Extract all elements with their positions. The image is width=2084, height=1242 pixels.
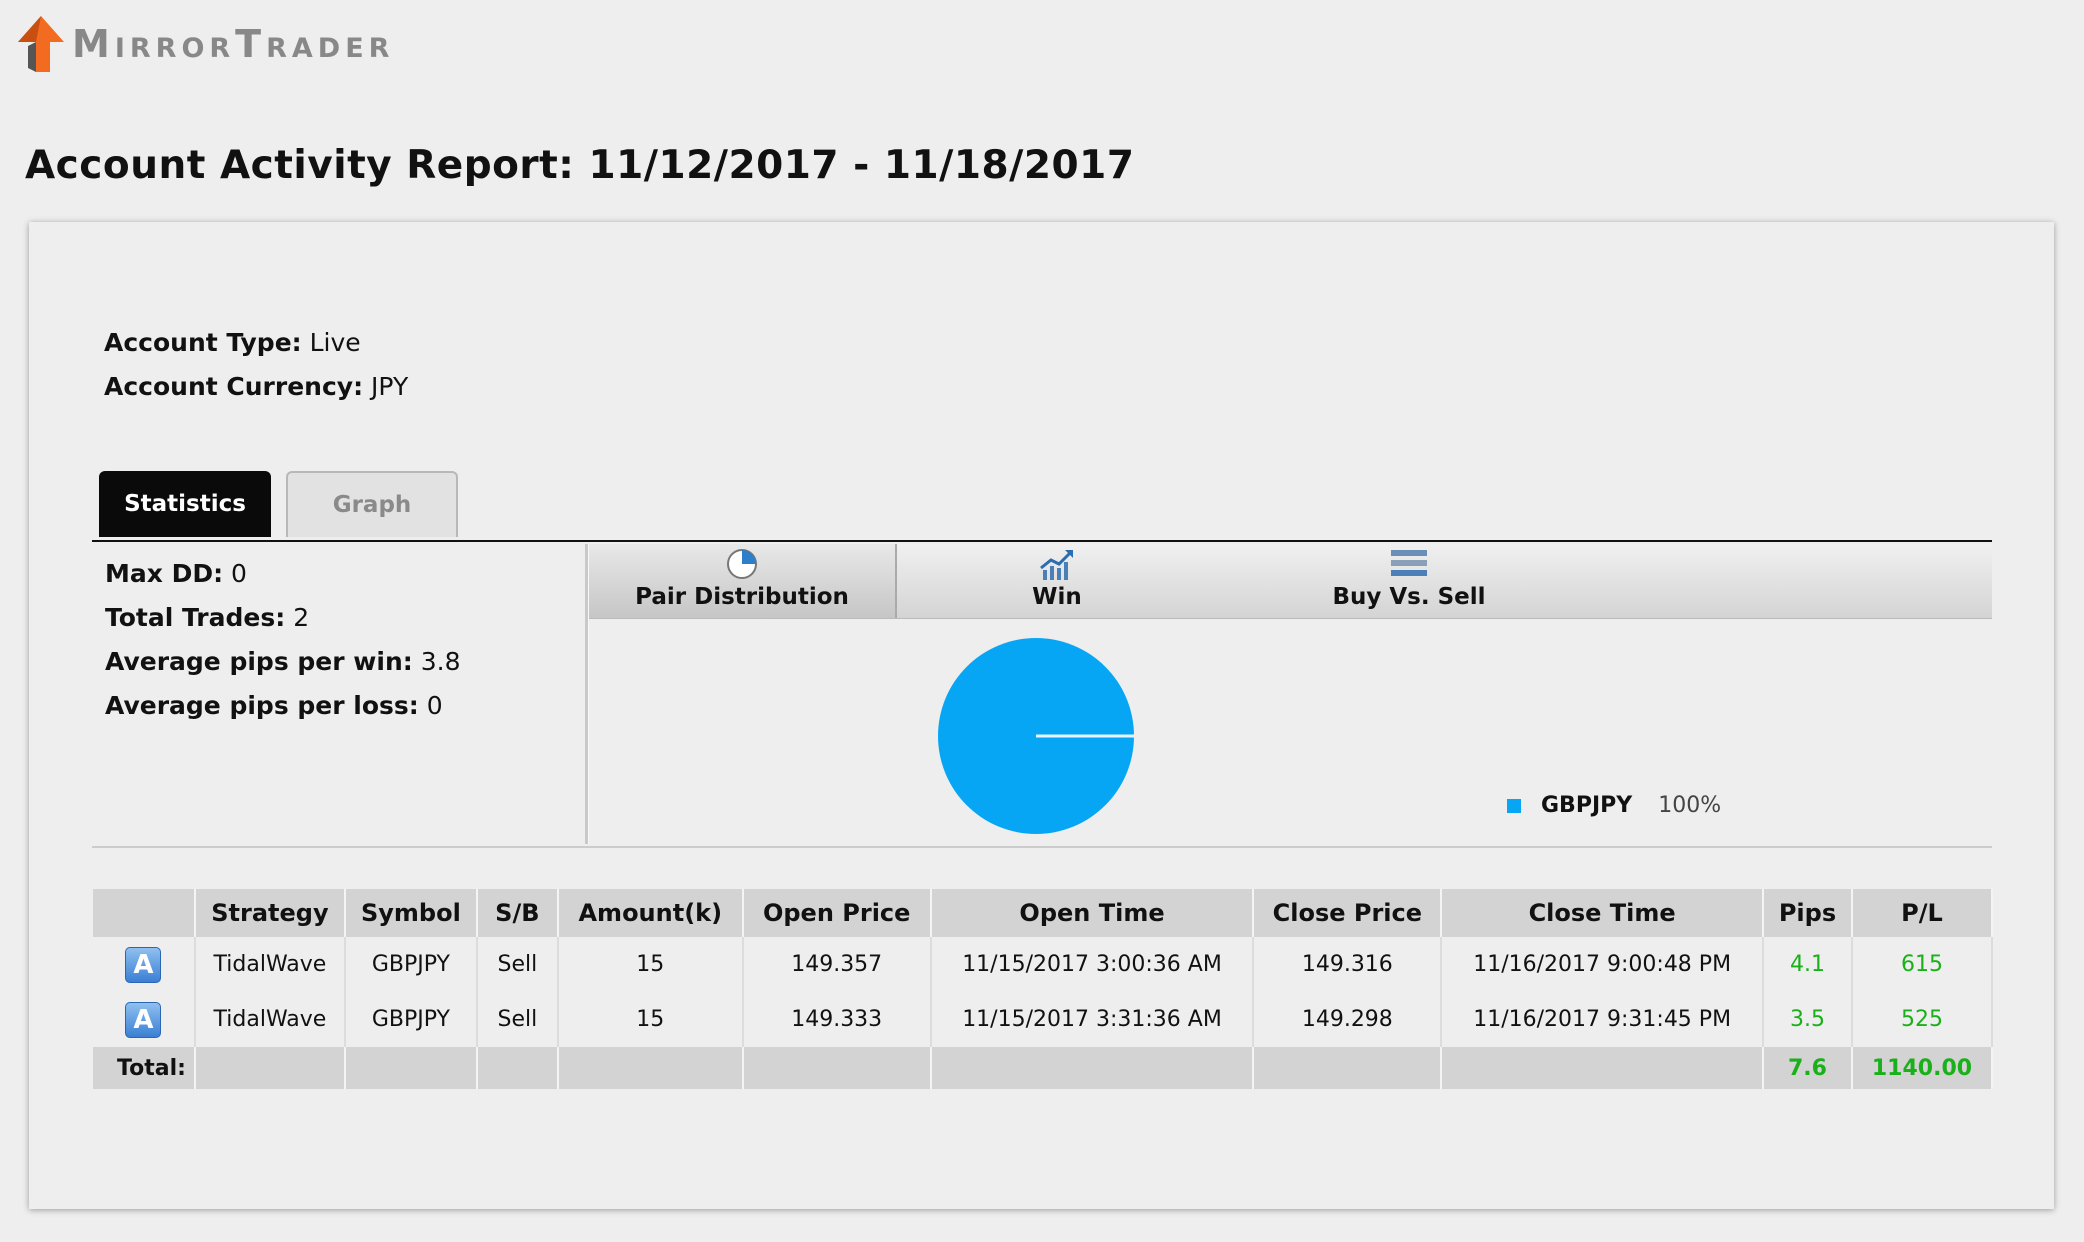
table-total-row: Total: 7.6 1140.00 [93, 1047, 1994, 1089]
cell-symbol: GBPJPY [344, 937, 478, 992]
cell-close-time: 11/16/2017 9:00:48 PM [1441, 937, 1765, 992]
cell-amount: 15 [557, 992, 744, 1047]
col-header-close-price[interactable]: Close Price [1253, 889, 1443, 937]
cell-open-time: 11/15/2017 3:31:36 AM [930, 992, 1255, 1047]
col-header-amount[interactable]: Amount(k) [557, 889, 744, 937]
tab-graph[interactable]: Graph [286, 471, 458, 537]
cell-strategy: TidalWave [194, 937, 346, 992]
cell-amount: 15 [557, 937, 744, 992]
horizontal-divider [92, 846, 1992, 848]
cell-pl: 525 [1851, 992, 1994, 1047]
trades-table: Strategy Symbol S/B Amount(k) Open Price… [93, 889, 1994, 1089]
total-label: Total: [93, 1047, 196, 1089]
chart-subtabs: Pair Distribution Win Buy Vs. Sell [589, 544, 1992, 619]
stat-total-trades: Total Trades: 2 [105, 603, 310, 632]
strategy-a-icon[interactable]: A [125, 1001, 162, 1038]
account-currency: Account Currency: JPY [104, 372, 408, 401]
legend-swatch [1507, 798, 1521, 813]
subtab-pair-distribution-label: Pair Distribution [635, 584, 849, 610]
col-header-side[interactable]: S/B [476, 889, 559, 937]
account-type-value: Live [309, 328, 361, 357]
tab-underline [92, 540, 1992, 542]
stat-avg-pips-loss: Average pips per loss: 0 [105, 691, 443, 720]
tab-statistics[interactable]: Statistics [99, 471, 271, 537]
pair-distribution-pie-chart [938, 638, 1134, 834]
cell-side: Sell [476, 937, 559, 992]
strategy-a-icon[interactable]: A [125, 946, 162, 983]
cell-symbol: GBPJPY [344, 992, 478, 1047]
cell-close-price: 149.316 [1253, 937, 1443, 992]
bar-list-icon [1391, 550, 1427, 576]
col-header-pips[interactable]: Pips [1763, 889, 1853, 937]
report-panel: Account Type: Live Account Currency: JPY… [29, 222, 2054, 1209]
cell-close-price: 149.298 [1253, 992, 1443, 1047]
col-header-strategy[interactable]: Strategy [194, 889, 346, 937]
account-type: Account Type: Live [104, 328, 361, 357]
cell-open-price: 149.333 [742, 992, 932, 1047]
logo-text: MirrorTrader [72, 22, 395, 66]
legend-series-percent: 100% [1658, 793, 1722, 818]
table-row: A TidalWave GBPJPY Sell 15 149.357 11/15… [93, 937, 1994, 992]
subtab-win[interactable]: Win [907, 544, 1207, 618]
stat-max-dd: Max DD: 0 [105, 559, 247, 588]
statistics-list: Max DD: 0 Total Trades: 2 Average pips p… [105, 552, 460, 728]
mirrortrader-logo: MirrorTrader [16, 14, 394, 74]
subtab-pair-distribution[interactable]: Pair Distribution [589, 544, 897, 618]
cell-open-price: 149.357 [742, 937, 932, 992]
table-header-row: Strategy Symbol S/B Amount(k) Open Price… [93, 889, 1994, 937]
account-currency-value: JPY [371, 372, 409, 401]
account-currency-label: Account Currency: [104, 372, 364, 401]
cell-strategy: TidalWave [194, 992, 346, 1047]
cell-side: Sell [476, 992, 559, 1047]
cell-pips: 4.1 [1763, 937, 1853, 992]
table-row: A TidalWave GBPJPY Sell 15 149.333 11/15… [93, 992, 1994, 1047]
subtab-win-label: Win [1032, 584, 1082, 610]
total-pl: 1140.00 [1851, 1047, 1994, 1089]
trend-up-icon [1040, 550, 1073, 580]
page-title: Account Activity Report: 11/12/2017 - 11… [25, 143, 1135, 188]
col-header-open-price[interactable]: Open Price [742, 889, 932, 937]
col-header-open-time[interactable]: Open Time [930, 889, 1255, 937]
cell-close-time: 11/16/2017 9:31:45 PM [1441, 992, 1765, 1047]
pie-chart-icon [727, 549, 757, 579]
cell-pl: 615 [1851, 937, 1994, 992]
chart-legend: GBPJPY 100% [1507, 793, 1721, 818]
col-header-symbol[interactable]: Symbol [344, 889, 478, 937]
col-header-close-time[interactable]: Close Time [1441, 889, 1765, 937]
stat-avg-pips-win: Average pips per win: 3.8 [105, 647, 461, 676]
total-pips: 7.6 [1763, 1047, 1853, 1089]
col-header-badge [93, 889, 196, 937]
subtab-buy-vs-sell-label: Buy Vs. Sell [1332, 584, 1486, 610]
col-header-pl[interactable]: P/L [1851, 889, 1994, 937]
cell-open-time: 11/15/2017 3:00:36 AM [930, 937, 1255, 992]
account-type-label: Account Type: [104, 328, 302, 357]
legend-series-name: GBPJPY [1541, 793, 1633, 818]
logo-arrow-icon [18, 16, 64, 72]
cell-pips: 3.5 [1763, 992, 1853, 1047]
subtab-buy-vs-sell[interactable]: Buy Vs. Sell [1209, 544, 1609, 618]
